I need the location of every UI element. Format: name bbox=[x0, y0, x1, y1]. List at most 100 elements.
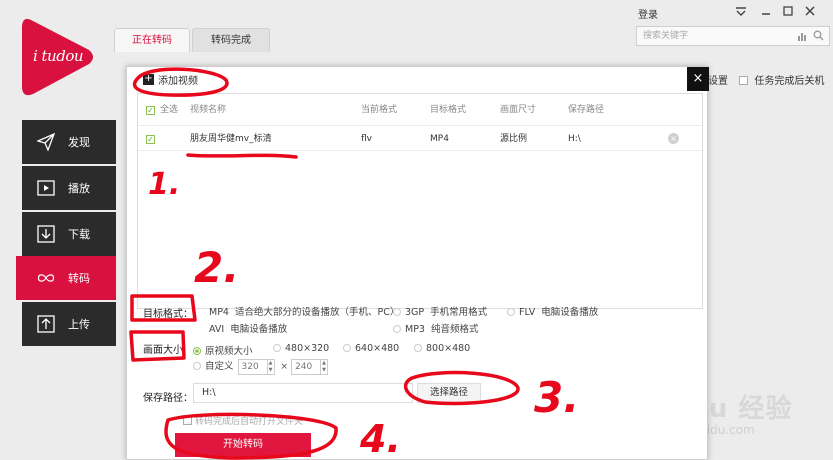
frame-size-label: 画面大小 bbox=[143, 345, 183, 356]
radio-mp3[interactable] bbox=[393, 325, 401, 333]
row-save-path: H:\ bbox=[568, 134, 581, 144]
select-all-label: 全选 bbox=[160, 105, 179, 115]
row-video-name: 朋友周华健mv_标清 bbox=[190, 134, 272, 144]
format-name: AVI bbox=[209, 324, 225, 335]
transcode-dialog: × + 添加视频 ✓ 全选 视频名称 当前格式 目标格式 画面尺寸 保存路径 ✓ … bbox=[126, 66, 709, 460]
size-name: 800×480 bbox=[426, 343, 471, 354]
app-window: i tudou 发现 播放 下载 转码 上传 正在转码 转码完成 登录 搜索关键… bbox=[0, 0, 833, 460]
sidebar-item-play[interactable]: 播放 bbox=[22, 166, 116, 210]
target-format-label: 目标格式： bbox=[143, 309, 193, 320]
width-spinner[interactable]: ▲ ▼ bbox=[267, 358, 275, 375]
search-box bbox=[636, 26, 830, 46]
custom-height-input[interactable]: 240 bbox=[291, 358, 322, 375]
maximize-icon[interactable] bbox=[780, 4, 796, 18]
choose-path-button[interactable]: 选择路径 bbox=[417, 383, 481, 403]
tab-transcoding[interactable]: 正在转码 bbox=[114, 28, 190, 52]
radio-flv[interactable] bbox=[507, 308, 515, 316]
minimize-icon[interactable] bbox=[758, 4, 774, 18]
sidebar-item-discover[interactable]: 发现 bbox=[22, 120, 116, 164]
col-name: 视频名称 bbox=[190, 105, 227, 115]
custom-width-input[interactable]: 320 bbox=[237, 358, 268, 375]
settings-fragment[interactable]: 设置 bbox=[708, 76, 728, 87]
upload-icon bbox=[36, 314, 56, 334]
size-option-640x480[interactable]: 640×480 bbox=[343, 343, 399, 354]
size-name: 640×480 bbox=[355, 343, 400, 354]
download-icon bbox=[36, 224, 56, 244]
sidebar-item-label: 上传 bbox=[68, 318, 90, 331]
tudou-logo: i tudou bbox=[17, 14, 97, 100]
size-name: 原视频大小 bbox=[205, 346, 253, 357]
search-input[interactable] bbox=[637, 27, 787, 45]
row-frame-size: 源比例 bbox=[500, 134, 528, 144]
size-option-original[interactable]: 原视频大小 bbox=[193, 343, 253, 357]
radio-original-size[interactable] bbox=[193, 347, 201, 355]
sidebar-item-download[interactable]: 下载 bbox=[22, 212, 116, 256]
col-save-path: 保存路径 bbox=[568, 105, 605, 115]
sidebar-item-upload[interactable]: 上传 bbox=[22, 302, 116, 346]
play-icon bbox=[36, 178, 56, 198]
size-option-480x320[interactable]: 480×320 bbox=[273, 343, 329, 354]
right-options: 设置 任务完成后关机 bbox=[708, 72, 824, 87]
select-all-checkbox[interactable]: ✓ bbox=[146, 106, 155, 115]
format-desc: 手机常用格式 bbox=[430, 307, 488, 318]
radio-3gp[interactable] bbox=[393, 308, 401, 316]
tab-completed[interactable]: 转码完成 bbox=[192, 28, 270, 52]
col-frame-size: 画面尺寸 bbox=[500, 105, 537, 115]
menu-icon[interactable] bbox=[733, 4, 749, 18]
save-path-label: 保存路径： bbox=[143, 393, 193, 404]
save-path-input[interactable]: H:\ bbox=[193, 383, 413, 403]
infinity-icon bbox=[36, 268, 56, 288]
shutdown-label: 任务完成后关机 bbox=[754, 76, 825, 87]
format-option-avi[interactable]: AVI 电脑设备播放 bbox=[197, 321, 287, 335]
row-target-format: MP4 bbox=[430, 134, 449, 144]
remove-row-icon[interactable]: × bbox=[668, 133, 679, 144]
sidebar-item-label: 下载 bbox=[68, 228, 90, 241]
shutdown-checkbox[interactable] bbox=[739, 76, 749, 85]
video-list: ✓ 全选 视频名称 当前格式 目标格式 画面尺寸 保存路径 ✓ 朋友周华健mv_标… bbox=[137, 93, 703, 309]
login-link[interactable]: 登录 bbox=[638, 6, 658, 21]
radio-800x480[interactable] bbox=[414, 344, 422, 352]
format-name: MP4 bbox=[209, 307, 229, 318]
size-name: 480×320 bbox=[285, 343, 330, 354]
format-option-mp3[interactable]: MP3 纯音频格式 bbox=[393, 321, 479, 335]
format-option-flv[interactable]: FLV 电脑设备播放 bbox=[507, 304, 598, 318]
format-name: MP3 bbox=[405, 324, 425, 335]
radio-640x480[interactable] bbox=[343, 344, 351, 352]
sidebar-item-label: 转码 bbox=[68, 272, 90, 285]
search-icon[interactable] bbox=[813, 30, 824, 44]
plus-icon: + bbox=[143, 73, 154, 85]
video-list-header: ✓ 全选 视频名称 当前格式 目标格式 画面尺寸 保存路径 bbox=[138, 94, 702, 126]
row-checkbox[interactable]: ✓ bbox=[146, 135, 155, 144]
close-window-icon[interactable] bbox=[802, 4, 818, 18]
logo-text: i tudou bbox=[32, 47, 84, 65]
start-transcode-button[interactable]: 开始转码 bbox=[175, 433, 311, 457]
select-all[interactable]: ✓ 全选 bbox=[146, 94, 178, 126]
table-row[interactable]: ✓ 朋友周华健mv_标清 flv MP4 源比例 H:\ × bbox=[138, 127, 702, 151]
sidebar-item-label: 播放 bbox=[68, 182, 90, 195]
sidebar-item-transcode[interactable]: 转码 bbox=[16, 256, 135, 300]
format-name: FLV bbox=[519, 307, 536, 318]
format-option-3gp[interactable]: 3GP 手机常用格式 bbox=[393, 304, 487, 318]
height-spinner[interactable]: ▲ ▼ bbox=[321, 358, 329, 375]
bar-chart-icon[interactable] bbox=[797, 31, 807, 44]
times-sign: × bbox=[280, 362, 289, 372]
row-current-format: flv bbox=[361, 134, 372, 144]
col-target-format: 目标格式 bbox=[430, 105, 467, 115]
size-option-custom[interactable]: 自定义 320 ▲ ▼ × 240 ▲ ▼ bbox=[193, 358, 331, 375]
dialog-close-button[interactable]: × bbox=[687, 67, 709, 91]
add-video-label: 添加视频 bbox=[158, 76, 198, 87]
format-desc: 适合绝大部分的设备播放（手机、PC） bbox=[234, 307, 400, 318]
radio-480x320[interactable] bbox=[273, 344, 281, 352]
size-option-800x480[interactable]: 800×480 bbox=[414, 343, 470, 354]
col-current-format: 当前格式 bbox=[361, 105, 398, 115]
format-option-mp4[interactable]: MP4 适合绝大部分的设备播放（手机、PC） bbox=[197, 304, 399, 318]
add-video-button[interactable]: + 添加视频 bbox=[143, 72, 198, 87]
open-folder-label: 转码完成后自动打开文件夹 bbox=[195, 417, 304, 427]
sidebar-item-label: 发现 bbox=[68, 136, 90, 149]
open-folder-checkbox[interactable] bbox=[183, 416, 192, 425]
format-name: 3GP bbox=[405, 307, 425, 318]
format-desc: 电脑设备播放 bbox=[230, 324, 288, 335]
radio-custom-size[interactable] bbox=[193, 362, 201, 370]
open-folder-option[interactable]: 转码完成后自动打开文件夹 bbox=[183, 414, 303, 427]
row-checkbox-wrap: ✓ bbox=[146, 127, 160, 151]
